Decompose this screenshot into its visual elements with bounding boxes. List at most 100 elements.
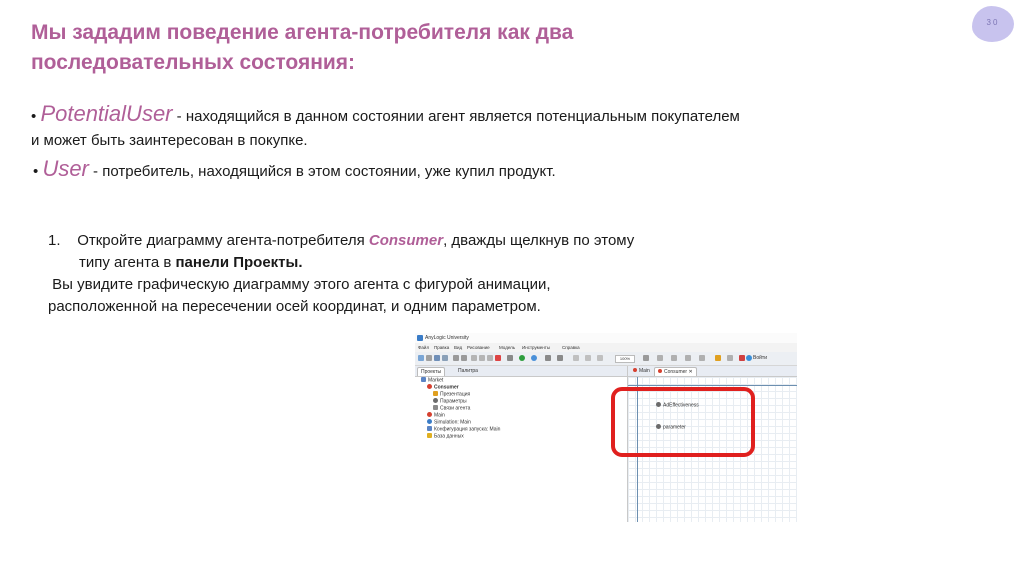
consumer-highlight: Consumer bbox=[368, 232, 444, 249]
term-potential-user: PotentialUser bbox=[40, 101, 173, 126]
page-number: 30 bbox=[986, 18, 1000, 27]
bullet-potential-user: • PotentialUser - находящийся в данном с… bbox=[31, 102, 751, 153]
tree-item-market[interactable]: Market bbox=[421, 377, 443, 384]
step-1-line-3: Вы увидите графическую диаграмму этого а… bbox=[48, 276, 551, 293]
tree-item-consumer[interactable]: Consumer bbox=[427, 384, 459, 391]
presentation-icon bbox=[433, 391, 438, 396]
tool-icon[interactable] bbox=[585, 355, 591, 361]
tree-item-label: Конфигурация запуска: Main bbox=[434, 426, 501, 433]
run-config-icon bbox=[427, 426, 432, 431]
save-icon[interactable] bbox=[434, 355, 440, 361]
zoom-icon[interactable] bbox=[643, 355, 649, 361]
step-number: 1. bbox=[48, 232, 61, 249]
menu-draw[interactable]: Рисование bbox=[467, 345, 490, 350]
tool-icon[interactable] bbox=[739, 355, 745, 361]
tab-palette[interactable]: Палитра bbox=[455, 367, 481, 375]
menu-bar: Файл Правка Вид Рисование Модель Инструм… bbox=[415, 343, 797, 352]
tool-icon[interactable] bbox=[727, 355, 733, 361]
agent-icon bbox=[427, 412, 432, 417]
tree-item-label: Consumer bbox=[434, 384, 459, 391]
step-text: Откройте диаграмму агента-потребителя bbox=[77, 232, 369, 249]
new-icon[interactable] bbox=[418, 355, 424, 361]
step-1-line-2: типу агента в панели Проекты. bbox=[48, 252, 748, 274]
login-button[interactable]: Войти bbox=[753, 355, 767, 361]
menu-file[interactable]: Файл bbox=[418, 345, 429, 350]
tree-item-simulation[interactable]: Simulation: Main bbox=[427, 419, 471, 426]
run-icon[interactable] bbox=[519, 355, 525, 361]
step-1-line-4: расположенной на пересечении осей коорди… bbox=[48, 298, 541, 315]
tree-item-label: База данных bbox=[434, 433, 464, 440]
bullet-list: • PotentialUser - находящийся в данном с… bbox=[31, 102, 751, 184]
debug-icon[interactable] bbox=[531, 355, 537, 361]
menu-view[interactable]: Вид bbox=[454, 345, 462, 350]
tree-item-label: Market bbox=[428, 377, 444, 384]
tab-main[interactable]: Main bbox=[630, 367, 653, 375]
tree-item-parameters[interactable]: Параметры bbox=[433, 398, 467, 405]
bullet-marker: • bbox=[33, 163, 39, 180]
tree-item-main[interactable]: Main bbox=[427, 412, 445, 419]
tree-item-label: Презентация bbox=[440, 391, 471, 398]
open-icon[interactable] bbox=[426, 355, 432, 361]
app-icon bbox=[417, 335, 423, 341]
editor-tabs: Main Consumer ✕ bbox=[628, 366, 797, 377]
agent-icon bbox=[658, 369, 662, 373]
x-axis bbox=[628, 385, 797, 386]
menu-tools[interactable]: Инструменты bbox=[522, 345, 550, 350]
anylogic-screenshot: AnyLogic University Файл Правка Вид Рисо… bbox=[415, 333, 797, 522]
redo-icon[interactable] bbox=[461, 355, 467, 361]
tree-item-label: Simulation: Main bbox=[434, 419, 471, 426]
copy-icon[interactable] bbox=[479, 355, 485, 361]
tree-item-label: Параметры bbox=[440, 398, 467, 405]
window-titlebar: AnyLogic University bbox=[415, 333, 797, 343]
tree-item-label: Связи агента bbox=[440, 405, 471, 412]
agent-icon bbox=[427, 384, 432, 389]
tree-item-presentation[interactable]: Презентация bbox=[433, 391, 470, 398]
tool-icon[interactable] bbox=[597, 355, 603, 361]
tool-icon[interactable] bbox=[699, 355, 705, 361]
tool-icon[interactable] bbox=[545, 355, 551, 361]
tool-icon[interactable] bbox=[557, 355, 563, 361]
step-text: , дважды щелкнув по этому bbox=[443, 232, 635, 249]
tool-icon[interactable] bbox=[671, 355, 677, 361]
highlight-box bbox=[611, 387, 755, 457]
cloud-icon[interactable] bbox=[746, 355, 752, 361]
page-number-badge: 30 bbox=[972, 6, 1014, 42]
paste-icon[interactable] bbox=[487, 355, 493, 361]
cut-icon[interactable] bbox=[471, 355, 477, 361]
delete-icon[interactable] bbox=[495, 355, 501, 361]
tab-consumer[interactable]: Consumer ✕ bbox=[654, 367, 697, 376]
menu-edit[interactable]: Правка bbox=[434, 345, 449, 350]
bullet-marker: • bbox=[31, 108, 37, 125]
zoom-select[interactable]: 100% bbox=[615, 355, 635, 363]
agent-icon bbox=[633, 368, 637, 372]
tool-icon[interactable] bbox=[573, 355, 579, 361]
tool-icon[interactable] bbox=[685, 355, 691, 361]
tree-item-label: Main bbox=[434, 412, 445, 419]
menu-help[interactable]: Справка bbox=[562, 345, 580, 350]
parameter-icon bbox=[433, 398, 438, 403]
panel-tabs: Проекты Палитра bbox=[415, 366, 627, 377]
slide-title: Мы зададим поведение агента-потребителя … bbox=[31, 21, 574, 74]
links-icon bbox=[433, 405, 438, 410]
tool-icon[interactable] bbox=[715, 355, 721, 361]
term-user: User bbox=[42, 156, 89, 181]
tree-item-run-config[interactable]: Конфигурация запуска: Main bbox=[427, 426, 500, 433]
tool-icon[interactable] bbox=[657, 355, 663, 361]
tree-item-database[interactable]: База данных bbox=[427, 433, 464, 440]
menu-model[interactable]: Модель bbox=[499, 345, 515, 350]
toolbar: 100% Войти bbox=[415, 352, 797, 366]
simulation-icon bbox=[427, 419, 432, 424]
step-list: 1. Откройте диаграмму агента-потребителя… bbox=[48, 230, 748, 318]
bullet-text: - потребитель, находящийся в этом состоя… bbox=[88, 163, 556, 180]
tab-projects[interactable]: Проекты bbox=[417, 367, 446, 376]
tab-label: Main bbox=[639, 368, 650, 374]
step-1-line-1: 1. Откройте диаграмму агента-потребителя… bbox=[48, 230, 748, 252]
tab-label: Consumer bbox=[664, 369, 688, 375]
database-icon bbox=[427, 433, 432, 438]
model-icon bbox=[421, 377, 426, 382]
build-icon[interactable] bbox=[507, 355, 513, 361]
undo-icon[interactable] bbox=[453, 355, 459, 361]
save-all-icon[interactable] bbox=[442, 355, 448, 361]
window-title: AnyLogic University bbox=[425, 335, 469, 341]
tree-item-agent-links[interactable]: Связи агента bbox=[433, 405, 470, 412]
